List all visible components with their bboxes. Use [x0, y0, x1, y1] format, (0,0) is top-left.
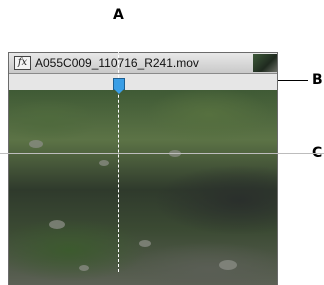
clip-video-frames — [9, 90, 277, 285]
rock — [139, 240, 151, 247]
callout-a: A — [113, 7, 124, 23]
clip-thumbnail — [253, 54, 277, 72]
clip-header[interactable]: fx A055C009_110716_R241.mov — [9, 53, 277, 74]
rock — [219, 260, 237, 270]
timeline-clip[interactable]: fx A055C009_110716_R241.mov — [8, 52, 278, 285]
current-time-indicator-head[interactable] — [113, 78, 125, 94]
rock — [29, 140, 43, 148]
clip-time-ruler[interactable] — [9, 74, 277, 90]
rock — [79, 265, 89, 271]
clip-name: A055C009_110716_R241.mov — [35, 56, 199, 70]
horizontal-guide-line — [0, 153, 324, 154]
callout-b-leader — [276, 80, 308, 81]
fx-icon[interactable]: fx — [14, 56, 31, 70]
callout-b: B — [312, 72, 323, 88]
rock — [99, 160, 109, 166]
rock — [49, 220, 65, 229]
current-time-indicator-line[interactable] — [118, 30, 119, 272]
